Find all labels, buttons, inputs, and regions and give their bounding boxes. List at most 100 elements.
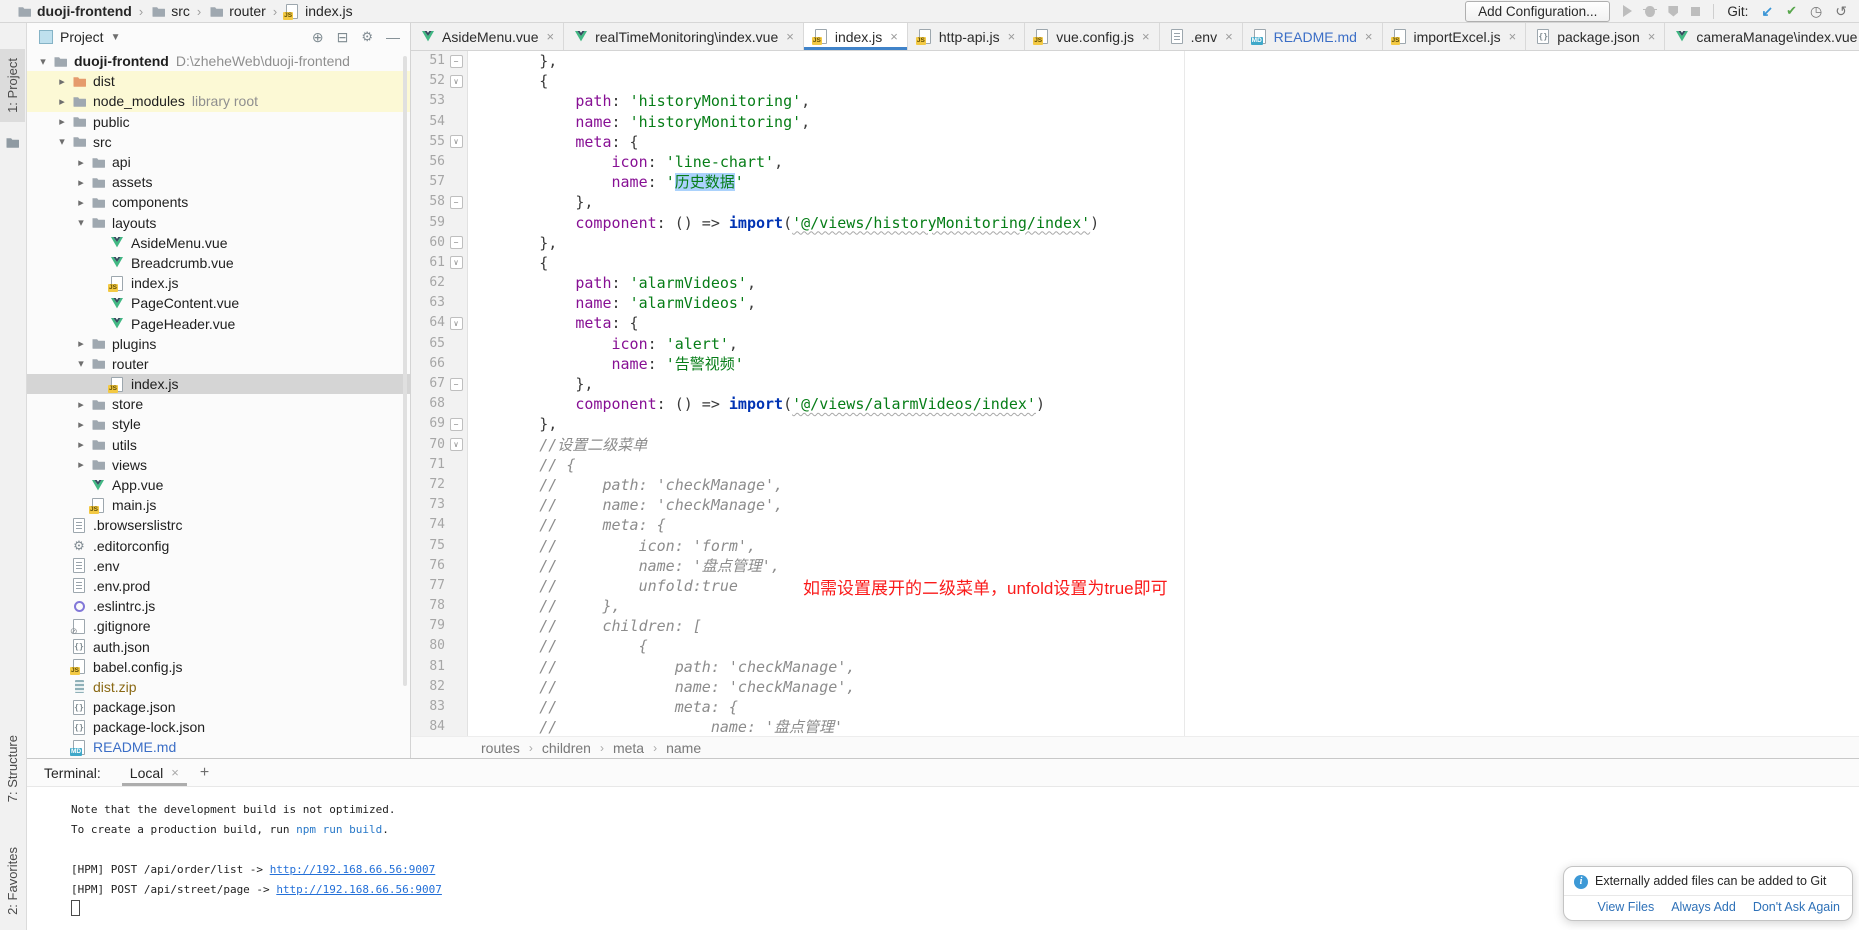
code-text[interactable]: { <box>467 253 548 273</box>
tree-item-.env[interactable]: .env <box>26 556 410 576</box>
code-text[interactable]: path: 'alarmVideos', <box>467 273 756 293</box>
chevron-down-icon[interactable]: ▾ <box>72 357 90 370</box>
code-text[interactable]: component: () => import('@/views/alarmVi… <box>467 394 1045 414</box>
stripe-item-favorites[interactable]: 2: Favorites <box>0 847 25 915</box>
chevron-right-icon[interactable]: ▸ <box>72 458 90 471</box>
close-icon[interactable]: × <box>890 29 898 44</box>
code-text[interactable]: meta: { <box>467 313 639 333</box>
git-update-icon[interactable]: ↙ <box>1761 3 1773 20</box>
notification-action-View-Files[interactable]: View Files <box>1597 900 1654 914</box>
tree-item-components[interactable]: ▸components <box>26 192 410 212</box>
code-text[interactable]: name: 'alarmVideos', <box>467 293 756 313</box>
terminal-link[interactable]: http://192.168.66.56:9007 <box>276 883 442 896</box>
code-text[interactable]: // unfold:true <box>467 576 738 596</box>
stripe-item-project[interactable]: 1: Project <box>0 49 25 122</box>
tree-item-App.vue[interactable]: App.vue <box>26 475 410 495</box>
code-text[interactable]: component: () => import('@/views/history… <box>467 213 1099 233</box>
code-text[interactable]: // meta: { <box>467 697 738 717</box>
notification-action-Always-Add[interactable]: Always Add <box>1671 900 1736 914</box>
tab-AsideMenu.vue[interactable]: AsideMenu.vue× <box>411 23 564 50</box>
code-text[interactable]: // icon: 'form', <box>467 536 756 556</box>
chevron-right-icon[interactable]: ▸ <box>72 398 90 411</box>
code-text[interactable]: // { <box>467 636 648 656</box>
code-text[interactable]: // path: 'checkManage', <box>467 475 783 495</box>
code-text[interactable]: { <box>467 71 548 91</box>
code-text[interactable]: meta: { <box>467 132 639 152</box>
tree-item-dist.zip[interactable]: dist.zip <box>26 677 410 697</box>
add-configuration-button[interactable]: Add Configuration... <box>1465 1 1610 22</box>
tab-package.json[interactable]: {}package.json× <box>1526 23 1665 50</box>
code-text[interactable]: // name: '盘点管理' <box>467 717 843 737</box>
close-icon[interactable]: × <box>1225 29 1233 44</box>
tab-README.md[interactable]: MDREADME.md× <box>1243 23 1383 50</box>
tree-item-node_modules[interactable]: ▸node_moduleslibrary root <box>26 91 410 111</box>
code-text[interactable]: icon: 'line-chart', <box>467 152 783 172</box>
chevron-right-icon[interactable]: ▸ <box>53 115 71 128</box>
code-text[interactable]: // path: 'checkManage', <box>467 657 855 677</box>
code-text[interactable]: // meta: { <box>467 515 666 535</box>
git-commit-icon[interactable]: ✔ <box>1786 3 1797 19</box>
code-text[interactable]: path: 'historyMonitoring', <box>467 91 810 111</box>
coverage-icon[interactable] <box>1668 6 1678 17</box>
tree-item-plugins[interactable]: ▸plugins <box>26 334 410 354</box>
tab-.env[interactable]: .env× <box>1160 23 1243 50</box>
fold-icon[interactable]: − <box>445 378 467 391</box>
fold-icon[interactable]: − <box>445 236 467 249</box>
tree-item-package-lock.json[interactable]: {}package-lock.json <box>26 717 410 737</box>
chevron-right-icon[interactable]: ▸ <box>72 438 90 451</box>
tree-scrollbar[interactable] <box>403 56 407 686</box>
chevron-right-icon[interactable]: ▸ <box>53 95 71 108</box>
tree-item-auth.json[interactable]: {}auth.json <box>26 636 410 656</box>
tree-item-router[interactable]: ▾router <box>26 354 410 374</box>
fold-icon[interactable]: ∨ <box>445 75 467 88</box>
close-icon[interactable]: × <box>1008 29 1016 44</box>
close-icon[interactable]: × <box>1509 29 1517 44</box>
fold-icon[interactable]: ∨ <box>445 135 467 148</box>
notification-action-Don-t-Ask-Again[interactable]: Don't Ask Again <box>1753 900 1840 914</box>
fold-icon[interactable]: − <box>445 418 467 431</box>
hide-panel-icon[interactable]: — <box>386 29 400 45</box>
fold-end-icon[interactable]: − <box>450 55 463 68</box>
fold-end-icon[interactable]: − <box>450 196 463 209</box>
close-icon[interactable]: × <box>786 29 794 44</box>
close-icon[interactable]: × <box>1365 29 1373 44</box>
code-breadcrumb-meta[interactable]: meta <box>613 740 644 756</box>
terminal-cursor[interactable] <box>71 900 80 916</box>
tab-vue.config.js[interactable]: JSvue.config.js× <box>1025 23 1159 50</box>
chevron-right-icon[interactable]: ▸ <box>53 75 71 88</box>
chevron-down-icon[interactable]: ▾ <box>34 55 52 68</box>
tree-item-index.js[interactable]: JSindex.js <box>26 273 410 293</box>
tree-item-api[interactable]: ▸api <box>26 152 410 172</box>
chevron-right-icon[interactable]: ▸ <box>72 337 90 350</box>
code-text[interactable]: // { <box>467 455 575 475</box>
breadcrumb-item-router[interactable]: router <box>208 3 266 19</box>
tree-item-Breadcrumb.vue[interactable]: Breadcrumb.vue <box>26 253 410 273</box>
fold-open-icon[interactable]: ∨ <box>450 256 463 269</box>
collapse-all-icon[interactable]: ⊟ <box>337 29 349 46</box>
fold-end-icon[interactable]: − <box>450 418 463 431</box>
chevron-down-icon[interactable]: ▾ <box>53 135 71 148</box>
tree-item-index.js[interactable]: JSindex.js <box>26 374 410 394</box>
code-text[interactable]: }, <box>467 374 593 394</box>
code-text[interactable]: }, <box>467 192 593 212</box>
tree-item-utils[interactable]: ▸utils <box>26 435 410 455</box>
fold-icon[interactable]: − <box>445 55 467 68</box>
chevron-right-icon[interactable]: ▸ <box>72 176 90 189</box>
close-icon[interactable]: × <box>547 29 555 44</box>
chevron-down-icon[interactable]: ▾ <box>72 216 90 229</box>
fold-open-icon[interactable]: ∨ <box>450 135 463 148</box>
locate-icon[interactable]: ⊕ <box>312 29 324 46</box>
fold-end-icon[interactable]: − <box>450 236 463 249</box>
code-text[interactable]: // children: [ <box>467 616 702 636</box>
terminal-tab-local[interactable]: Local × <box>125 759 184 786</box>
fold-open-icon[interactable]: ∨ <box>450 317 463 330</box>
tree-item-main.js[interactable]: JSmain.js <box>26 495 410 515</box>
tree-item-.env.prod[interactable]: .env.prod <box>26 576 410 596</box>
close-icon[interactable]: × <box>1648 29 1656 44</box>
gear-icon[interactable]: ⚙ <box>361 29 373 45</box>
tree-item-README.md[interactable]: MDREADME.md <box>26 737 410 757</box>
close-icon[interactable]: × <box>171 765 179 780</box>
tab-realTimeMonitoring-index.vue[interactable]: realTimeMonitoring\index.vue× <box>564 23 804 50</box>
tree-item-PageContent.vue[interactable]: PageContent.vue <box>26 293 410 313</box>
chevron-right-icon[interactable]: ▸ <box>72 156 90 169</box>
